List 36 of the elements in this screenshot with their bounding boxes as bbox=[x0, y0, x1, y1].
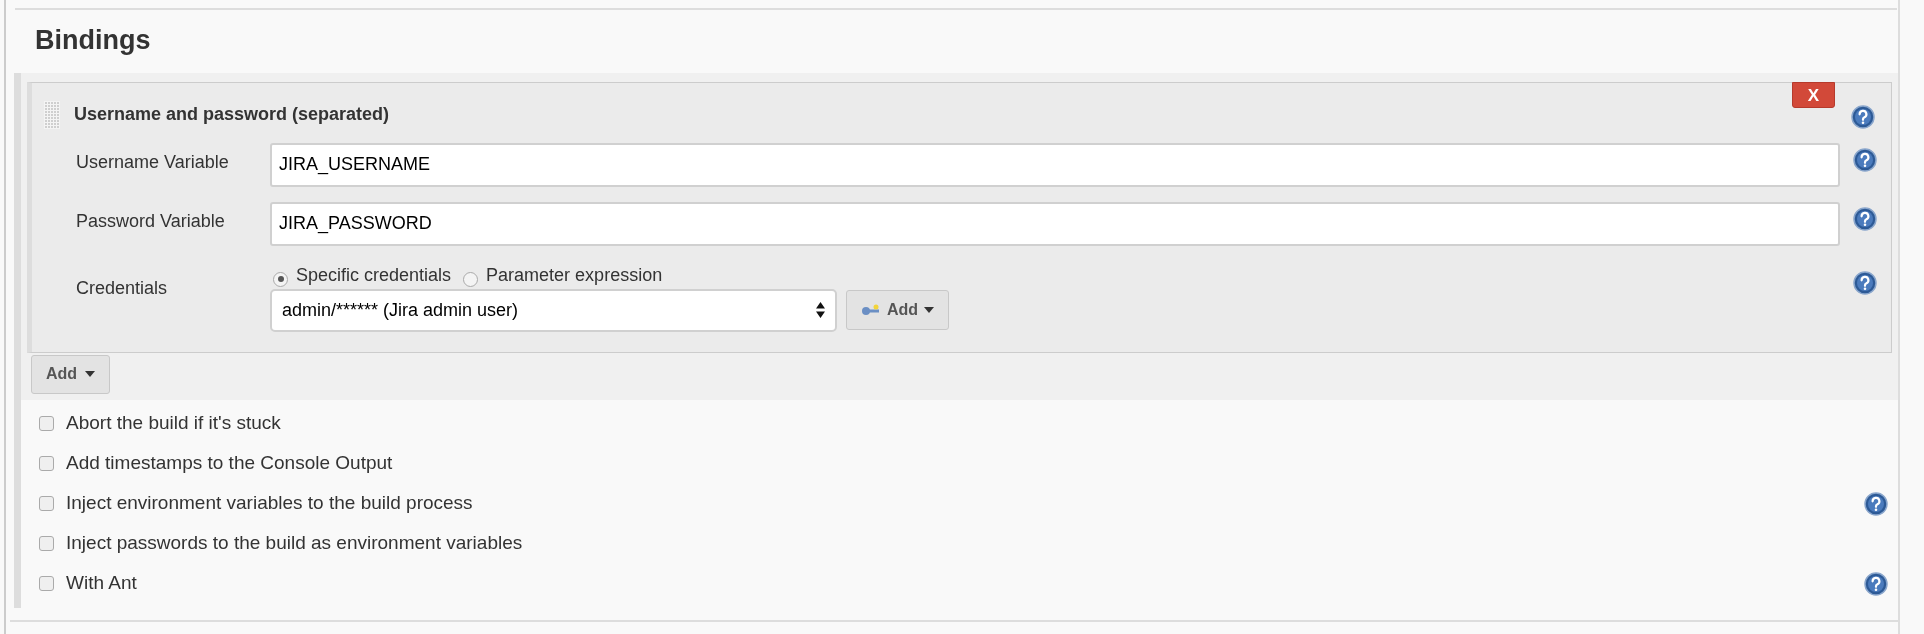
help-icon[interactable] bbox=[1853, 206, 1877, 231]
checkbox[interactable] bbox=[39, 416, 54, 431]
checkbox-label: Inject passwords to the build as environment variables bbox=[66, 531, 523, 556]
caret-icon bbox=[85, 371, 96, 377]
checkbox-label: Abort the build if it's stuck bbox=[66, 411, 281, 436]
credentials-select[interactable]: admin/****** (Jira admin user) bbox=[270, 288, 837, 332]
field-label: Username Variable bbox=[75, 150, 230, 174]
key-icon bbox=[861, 304, 881, 316]
caret-icon bbox=[924, 307, 935, 313]
text-field[interactable]: JIRA_PASSWORD bbox=[270, 201, 1840, 246]
add-button[interactable]: Add bbox=[31, 354, 111, 394]
checkbox[interactable] bbox=[39, 536, 54, 551]
checkbox-label: With Ant bbox=[66, 571, 137, 596]
field-label: Password Variable bbox=[75, 209, 226, 233]
checkbox-label: Inject environment variables to the build process bbox=[66, 491, 473, 516]
section-title: Bindings bbox=[35, 24, 151, 57]
radio-label: Specific credentials bbox=[296, 263, 452, 287]
drag-handle-icon[interactable] bbox=[44, 100, 60, 129]
radio-button[interactable] bbox=[273, 271, 288, 287]
field-label: Credentials bbox=[75, 276, 169, 300]
checkbox-label: Add timestamps to the Console Output bbox=[66, 451, 393, 476]
checkbox[interactable] bbox=[39, 576, 54, 591]
checkbox[interactable] bbox=[39, 456, 54, 471]
select-arrows-icon bbox=[816, 302, 825, 318]
text-field[interactable]: JIRA_USERNAME bbox=[270, 142, 1840, 187]
help-icon[interactable] bbox=[1853, 147, 1877, 172]
help-icon[interactable] bbox=[1851, 104, 1875, 129]
help-icon[interactable] bbox=[1853, 270, 1877, 295]
delete-button[interactable]: X bbox=[1792, 81, 1835, 108]
binding-title: Username and password (separated) bbox=[74, 103, 390, 126]
help-icon[interactable] bbox=[1864, 491, 1888, 516]
add-credentials-button[interactable]: Add bbox=[846, 290, 950, 330]
checkbox[interactable] bbox=[39, 496, 54, 511]
help-icon[interactable] bbox=[1864, 571, 1888, 596]
radio-button[interactable] bbox=[463, 271, 479, 287]
radio-label: Parameter expression bbox=[486, 263, 663, 287]
